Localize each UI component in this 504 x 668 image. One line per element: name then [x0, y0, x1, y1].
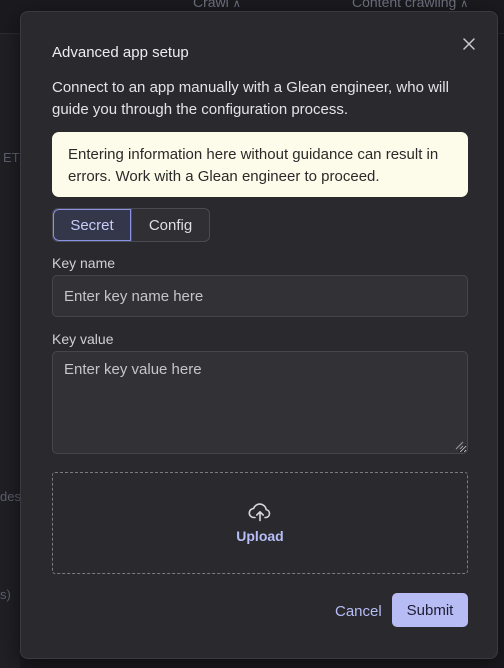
advanced-app-setup-dialog: Advanced app setup Connect to an app man…	[20, 11, 498, 659]
close-icon	[463, 38, 475, 50]
upload-label: Upload	[236, 528, 284, 544]
dialog-title: Advanced app setup	[52, 44, 189, 61]
cloud-upload-icon	[248, 503, 271, 522]
background-sidebar	[0, 34, 20, 668]
close-button[interactable]	[457, 32, 481, 56]
background-tab-label: Crawl	[193, 0, 229, 10]
warning-banner: Entering information here without guidan…	[52, 132, 468, 197]
background-tab-label: Content crawling	[352, 0, 457, 10]
cancel-button[interactable]: Cancel	[331, 596, 386, 626]
tab-secret[interactable]: Secret	[53, 209, 131, 241]
chevron-up-icon: ∧	[460, 0, 469, 10]
tab-config[interactable]: Config	[131, 209, 209, 241]
key-name-label: Key name	[52, 255, 116, 271]
secret-config-toggle: Secret Config	[52, 208, 210, 242]
background-fragment: s)	[0, 587, 11, 602]
background-tab-crawl: Crawl ∧	[193, 0, 241, 10]
submit-button[interactable]: Submit	[392, 593, 468, 627]
background-tab-content-crawling: Content crawling ∧	[352, 0, 468, 10]
background-fragment: des	[0, 489, 21, 504]
key-value-label: Key value	[52, 331, 114, 347]
chevron-up-icon: ∧	[232, 0, 241, 10]
dialog-description: Connect to an app manually with a Glean …	[52, 79, 449, 118]
background-fragment: ET	[3, 150, 20, 165]
key-value-input[interactable]	[52, 351, 468, 454]
upload-dropzone[interactable]: Upload	[52, 472, 468, 574]
key-name-input[interactable]	[52, 275, 468, 317]
